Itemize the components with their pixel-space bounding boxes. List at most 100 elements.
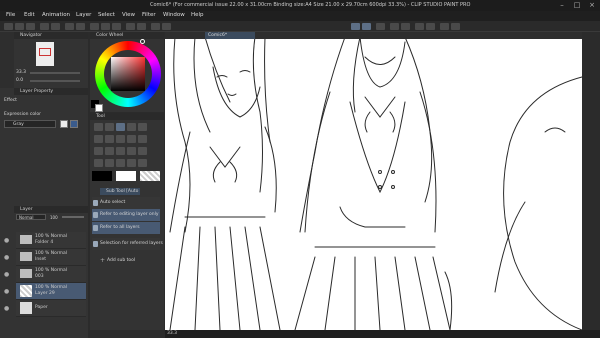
menu-layer[interactable]: Layer: [76, 12, 91, 18]
save-icon[interactable]: [26, 23, 35, 30]
color-swatch-white[interactable]: [60, 120, 68, 128]
eye-icon[interactable]: ●: [4, 254, 9, 261]
subtool-refer-editing-layer[interactable]: Refer to editing layer only: [92, 209, 160, 221]
status-zoom[interactable]: 33.3: [167, 331, 177, 336]
frame-icon[interactable]: [426, 23, 435, 30]
assets-icon[interactable]: [451, 23, 460, 30]
right-scrollbar[interactable]: [582, 32, 600, 330]
eraser-tool-icon[interactable]: [105, 147, 114, 155]
snap-grid-icon[interactable]: [362, 23, 371, 30]
zoom-tool-icon[interactable]: [94, 123, 103, 131]
menu-view[interactable]: View: [122, 12, 135, 18]
color-bar-black[interactable]: [92, 171, 112, 181]
grid-icon[interactable]: [390, 23, 399, 30]
menu-select[interactable]: Select: [98, 12, 115, 18]
color-bar-white[interactable]: [116, 171, 136, 181]
layer-row[interactable]: 100 % Normal 003: [16, 266, 86, 283]
move-layer-tool-icon[interactable]: [127, 123, 136, 131]
minimize-icon[interactable]: –: [555, 1, 569, 10]
guide-icon[interactable]: [401, 23, 410, 30]
airbrush-tool-icon[interactable]: [94, 147, 103, 155]
balloon-tool-icon[interactable]: [127, 159, 136, 167]
pencil-tool-icon[interactable]: [127, 135, 136, 143]
eye-icon[interactable]: ●: [4, 237, 9, 244]
pen-tool-icon[interactable]: [116, 135, 125, 143]
eye-icon[interactable]: ●: [4, 305, 9, 312]
eye-icon[interactable]: ●: [4, 288, 9, 295]
angle-slider[interactable]: [30, 80, 80, 82]
navigator-header: Navigator: [14, 32, 88, 39]
perspective-icon[interactable]: [376, 23, 385, 30]
open-icon[interactable]: [15, 23, 24, 30]
blend-mode-select[interactable]: Normal: [16, 214, 46, 220]
expression-color-select[interactable]: Gray: [4, 120, 56, 128]
hue-knob[interactable]: [140, 39, 145, 44]
navigator-zoom[interactable]: 33.3: [16, 70, 26, 75]
menu-file[interactable]: File: [6, 12, 15, 18]
navigator-angle[interactable]: 0.0: [16, 78, 23, 83]
snap-icon[interactable]: [151, 23, 160, 30]
zoom-slider[interactable]: [30, 72, 80, 74]
clear-icon[interactable]: [76, 23, 85, 30]
menu-filter[interactable]: Filter: [142, 12, 156, 18]
selection-tool-icon[interactable]: [138, 123, 147, 131]
frame-tool-icon[interactable]: [94, 159, 103, 167]
hair-stroke: [264, 36, 271, 143]
command-bar: [0, 21, 600, 32]
undo-icon[interactable]: [40, 23, 49, 30]
ruler-tool-icon[interactable]: [105, 159, 114, 167]
layer-row-selected[interactable]: 100 % Normal Layer 29: [16, 283, 86, 300]
figure-tool-icon[interactable]: [138, 147, 147, 155]
snap-ruler-icon[interactable]: [351, 23, 360, 30]
canvas[interactable]: [165, 32, 582, 330]
fill-tool-icon[interactable]: [116, 147, 125, 155]
preview-icon[interactable]: [440, 23, 449, 30]
operation-tool-icon[interactable]: [116, 123, 125, 131]
close-icon[interactable]: ×: [585, 1, 599, 10]
correct-line-tool-icon[interactable]: [138, 159, 147, 167]
navigator-panel: Navigator 33.3 0.0: [14, 32, 88, 88]
transform-icon[interactable]: [90, 23, 99, 30]
new-icon[interactable]: [4, 23, 13, 30]
button: [391, 170, 395, 174]
layer-row-paper[interactable]: Paper: [16, 300, 86, 317]
ruler-icon[interactable]: [162, 23, 171, 30]
maximize-icon[interactable]: □: [570, 1, 584, 10]
window-title: Comic6* (For commercial issue 22.00 x 31…: [150, 2, 471, 8]
move-tool-icon[interactable]: [105, 123, 114, 131]
crop-icon[interactable]: [137, 23, 146, 30]
add-sub-tool-button[interactable]: Add sub tool: [107, 258, 135, 263]
saturation-square[interactable]: [111, 57, 145, 91]
color-swatch-blue[interactable]: [70, 120, 78, 128]
delete-icon[interactable]: [65, 23, 74, 30]
color-bar-transparent[interactable]: [140, 171, 160, 181]
menu-animation[interactable]: Animation: [42, 12, 70, 18]
navigator-preview[interactable]: [36, 42, 54, 66]
layer-row[interactable]: 100 % Normal Folder 4: [16, 232, 86, 249]
subtool-selection-referred[interactable]: Selection for referred layers: [92, 238, 163, 250]
lapel-stroke: [349, 101, 406, 194]
subtool-refer-all-layers[interactable]: Refer to all layers: [92, 222, 160, 234]
menu-help[interactable]: Help: [191, 12, 204, 18]
sub-color-swatch[interactable]: [95, 104, 103, 112]
fill-icon[interactable]: [126, 23, 135, 30]
menu-window[interactable]: Window: [163, 12, 185, 18]
text-tool-icon[interactable]: [116, 159, 125, 167]
bleed-icon[interactable]: [415, 23, 424, 30]
auto-select-tool-icon[interactable]: [94, 135, 103, 143]
eyedropper-tool-icon[interactable]: [105, 135, 114, 143]
deselect-icon[interactable]: [101, 23, 110, 30]
menu-edit[interactable]: Edit: [24, 12, 35, 18]
select-all-icon[interactable]: [112, 23, 121, 30]
opacity-value[interactable]: 100: [50, 215, 58, 220]
gradient-tool-icon[interactable]: [127, 147, 136, 155]
eye-icon[interactable]: ●: [4, 271, 9, 278]
layer-thumbnail: [20, 285, 32, 297]
layer-row[interactable]: 100 % Normal Inset: [16, 249, 86, 266]
button: [378, 170, 382, 174]
redo-icon[interactable]: [51, 23, 60, 30]
opacity-slider[interactable]: [62, 216, 84, 218]
subtool-auto-select[interactable]: Auto select: [92, 197, 160, 209]
tab-comic6[interactable]: Comic6*: [205, 32, 255, 39]
brush-tool-icon[interactable]: [138, 135, 147, 143]
